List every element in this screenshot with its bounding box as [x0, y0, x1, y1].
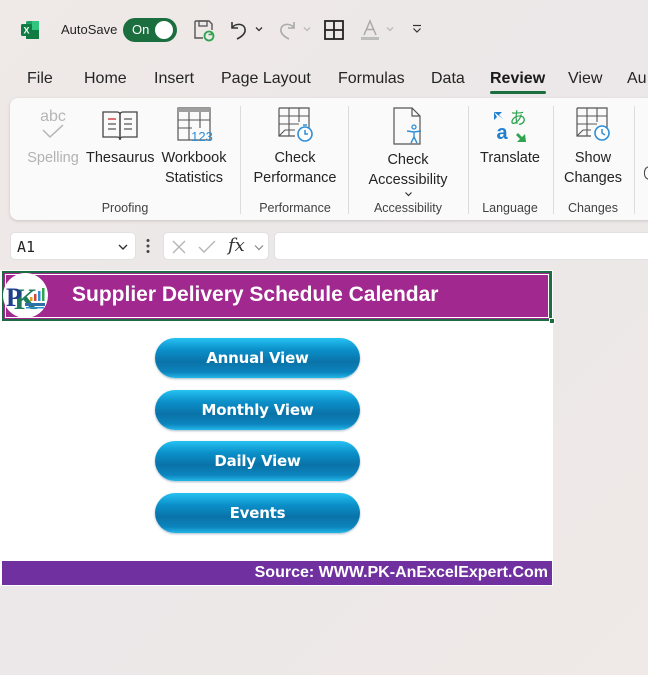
undo-dropdown-icon[interactable] [254, 24, 264, 34]
autosave-label: AutoSave [61, 22, 118, 37]
monthly-view-button[interactable]: Monthly View [155, 390, 360, 430]
group-label-accessibility: Accessibility [373, 201, 443, 215]
workbook-statistics-label-2: Statistics [164, 170, 223, 186]
cancel-icon[interactable] [171, 239, 187, 255]
autosave-toggle[interactable]: On [123, 18, 177, 42]
title-bar: X AutoSave On [0, 0, 648, 60]
svg-text:X: X [23, 26, 29, 36]
tab-insert[interactable]: Insert [154, 70, 194, 88]
check-accessibility-button[interactable]: Check Accessibility [354, 106, 462, 198]
svg-text:a: a [496, 122, 508, 144]
group-separator [348, 106, 349, 214]
check-performance-label-1: Check [274, 150, 316, 166]
group-label-language: Language [482, 201, 538, 215]
footer-banner: Source: WWW.PK-AnExcelExpert.Com [2, 561, 552, 585]
translate-button[interactable]: a あ Translate [474, 106, 546, 168]
pk-logo-icon: K P [6, 283, 45, 316]
enter-icon[interactable] [198, 239, 216, 255]
excel-icon: X [21, 21, 39, 39]
check-performance-icon [278, 107, 313, 142]
workbook-statistics-label-1: Workbook [161, 150, 227, 166]
show-changes-button[interactable]: Show Changes [556, 106, 630, 188]
redo-icon [280, 22, 295, 40]
check-accessibility-label-1: Check [387, 152, 429, 168]
thesaurus-button[interactable]: Thesaurus [86, 106, 155, 168]
formula-input[interactable] [274, 232, 648, 260]
group-separator [634, 106, 635, 214]
workbook-statistics-button[interactable]: 123 Workbook Statistics [156, 106, 232, 188]
name-box-value: A1 [17, 238, 36, 256]
formula-actions: fx [163, 232, 269, 260]
tab-file[interactable]: File [27, 70, 53, 88]
svg-text:abc: abc [40, 108, 66, 125]
tab-automate[interactable]: Au [627, 70, 647, 88]
ribbon-tabs: File Home Insert Page Layout Formulas Da… [0, 66, 648, 96]
check-performance-label-2: Performance [253, 170, 337, 186]
check-accessibility-icon [393, 107, 422, 145]
svg-text:P: P [6, 283, 22, 312]
group-label-performance: Performance [259, 201, 331, 215]
spelling-button[interactable]: abc Spelling [24, 106, 82, 168]
group-separator [553, 106, 554, 214]
dashboard-title: Supplier Delivery Schedule Calendar [72, 283, 439, 306]
svg-text:あ: あ [510, 109, 527, 129]
customize-qat-icon[interactable] [411, 23, 423, 35]
annual-view-button[interactable]: Annual View [155, 338, 360, 378]
spelling-label: Spelling [27, 150, 79, 166]
workbook-statistics-icon: 123 [177, 107, 213, 144]
font-color-icon [361, 19, 379, 40]
tab-view[interactable]: View [568, 70, 602, 88]
tab-formulas[interactable]: Formulas [338, 70, 405, 88]
source-credit: Source: WWW.PK-AnExcelExpert.Com [254, 564, 548, 581]
check-performance-button[interactable]: Check Performance [250, 106, 340, 188]
partial-ribbon-button[interactable] [644, 166, 648, 180]
font-color-dropdown-icon [386, 27, 394, 32]
save-sync-icon[interactable] [192, 18, 216, 42]
group-label-changes: Changes [567, 201, 619, 215]
autosave-state: On [132, 22, 150, 37]
group-separator [468, 106, 469, 214]
chevron-down-icon[interactable] [253, 243, 265, 252]
translate-icon: a あ [494, 109, 527, 144]
toggle-knob [155, 21, 173, 39]
tab-data[interactable]: Data [431, 70, 465, 88]
active-tab-indicator [490, 91, 546, 94]
tab-page-layout[interactable]: Page Layout [221, 70, 311, 88]
events-button[interactable]: Events [155, 493, 360, 533]
selection-fill-handle[interactable] [549, 318, 555, 324]
ribbon: abc Spelling Thesaurus 123 Workbook Stat… [10, 98, 648, 220]
daily-view-button[interactable]: Daily View [155, 441, 360, 481]
chevron-down-icon [404, 192, 412, 197]
thesaurus-label: Thesaurus [86, 150, 155, 166]
show-changes-icon [576, 107, 610, 141]
group-label-proofing: Proofing [101, 201, 149, 215]
redo-dropdown-icon [303, 27, 311, 32]
check-accessibility-label-2: Accessibility [368, 172, 448, 188]
spelling-icon: abc [40, 108, 66, 139]
tab-review[interactable]: Review [490, 70, 545, 88]
thesaurus-icon [102, 111, 138, 141]
insert-function-icon[interactable]: fx [228, 235, 245, 256]
brand-logo: K P [3, 273, 48, 318]
undo-icon[interactable] [227, 18, 251, 42]
svg-text:123: 123 [191, 129, 213, 144]
translate-label: Translate [480, 150, 540, 166]
more-options-icon[interactable] [146, 238, 150, 254]
borders-icon[interactable] [322, 18, 346, 42]
show-changes-label-1: Show [574, 150, 612, 166]
group-separator [240, 106, 241, 214]
tab-home[interactable]: Home [84, 70, 127, 88]
show-changes-label-2: Changes [563, 170, 623, 186]
chevron-down-icon[interactable] [117, 242, 129, 252]
name-box[interactable]: A1 [10, 232, 136, 260]
